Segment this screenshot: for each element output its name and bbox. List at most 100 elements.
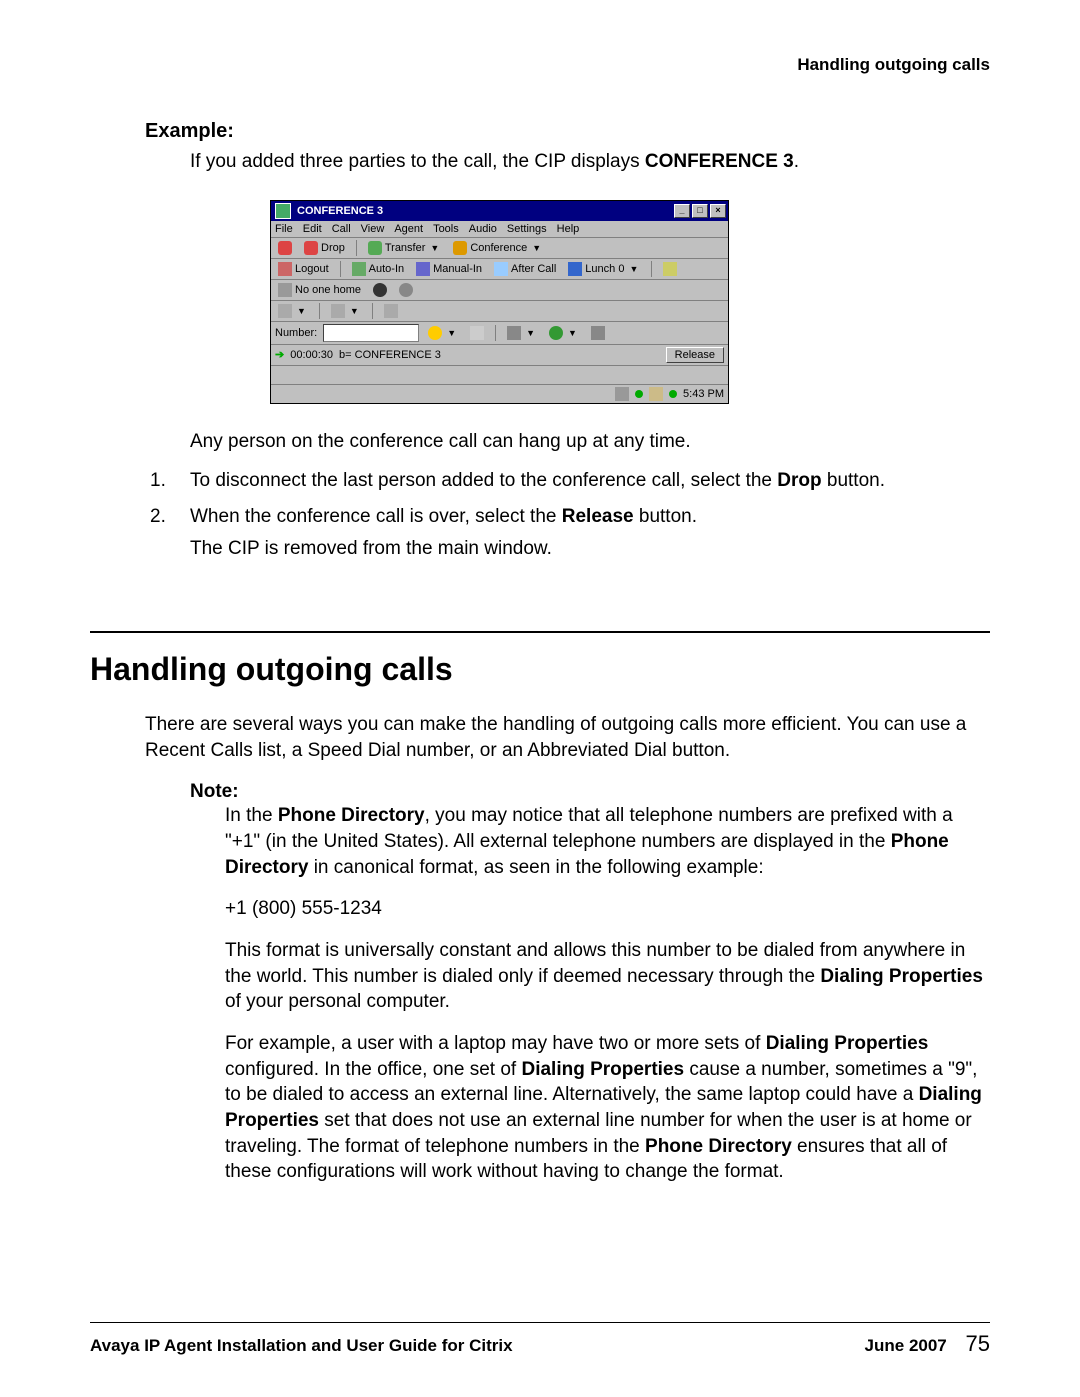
chevron-down-icon: ▼ [530, 243, 543, 253]
transfer-button[interactable]: Transfer▼ [365, 240, 444, 256]
label: Transfer [385, 242, 426, 254]
chevron-down-icon: ▼ [445, 328, 458, 338]
step-1: 1. To disconnect the last person added t… [150, 468, 990, 494]
cip-toolbar-2: Logout Auto-In Manual-In After Call Lunc… [271, 259, 728, 280]
play-button[interactable] [370, 282, 390, 298]
lunch-button[interactable]: Lunch 0▼ [565, 261, 643, 277]
record-icon [399, 283, 413, 297]
note-p3: For example, a user with a laptop may ha… [225, 1031, 990, 1185]
minimize-button[interactable]: _ [674, 204, 690, 218]
text: To disconnect the last person added to t… [190, 470, 777, 491]
text: . [794, 151, 799, 172]
text-bold: Release [562, 506, 634, 527]
status-agent-icon [615, 387, 629, 401]
history-button[interactable]: ▼ [546, 325, 582, 341]
text-bold: CONFERENCE 3 [645, 151, 794, 172]
note-p2: This format is universally constant and … [225, 938, 990, 1015]
cip-call-row: ➔ 00:00:30 b= CONFERENCE 3 Release [271, 345, 728, 366]
menu-agent[interactable]: Agent [394, 223, 423, 235]
text: If you added three parties to the call, … [190, 151, 645, 172]
play-icon [373, 283, 387, 297]
autoin-icon [352, 262, 366, 276]
volume-icon [331, 304, 345, 318]
menu-call[interactable]: Call [332, 223, 351, 235]
conference-button[interactable]: Conference▼ [450, 240, 546, 256]
menu-edit[interactable]: Edit [303, 223, 322, 235]
number-input[interactable] [323, 324, 419, 342]
chevron-down-icon: ▼ [348, 306, 361, 316]
noonehome-button[interactable]: No one home [275, 282, 364, 298]
phone-hold-icon [278, 241, 292, 255]
section-divider [90, 631, 990, 633]
text: button. [634, 506, 697, 527]
footer-page-number: 75 [966, 1331, 990, 1356]
keypad-button[interactable] [467, 325, 487, 341]
record-button[interactable] [396, 282, 416, 298]
manualin-icon [416, 262, 430, 276]
text-bold: Dialing Properties [820, 966, 983, 987]
menu-view[interactable]: View [361, 223, 385, 235]
separator [651, 261, 652, 277]
headset-button[interactable] [381, 303, 401, 319]
label: Drop [321, 242, 345, 254]
drop-button[interactable]: Drop [301, 240, 348, 256]
menu-settings[interactable]: Settings [507, 223, 547, 235]
phone-drop-icon [304, 241, 318, 255]
call-timer: 00:00:30 [290, 349, 333, 361]
cip-toolbar-3: No one home [271, 280, 728, 301]
text-bold: Phone Directory [645, 1136, 792, 1157]
footer-doc-title: Avaya IP Agent Installation and User Gui… [90, 1336, 513, 1356]
status-time: 5:43 PM [683, 388, 724, 400]
directory-button[interactable]: ▼ [504, 325, 540, 341]
menu-tools[interactable]: Tools [433, 223, 459, 235]
manualin-button[interactable]: Manual-In [413, 261, 485, 277]
text: configured. In the office, one set of [225, 1059, 521, 1080]
release-button[interactable]: Release [666, 347, 724, 363]
separator [340, 261, 341, 277]
cip-screenshot: CONFERENCE 3 _ □ × File Edit Call View A… [270, 200, 990, 404]
maximize-button[interactable]: □ [692, 204, 708, 218]
example-label: Example: [145, 120, 990, 143]
text-bold: Dialing Properties [521, 1059, 684, 1080]
aftercall-icon [494, 262, 508, 276]
example-intro: If you added three parties to the call, … [190, 149, 990, 175]
text: button. [822, 470, 885, 491]
keypad-icon [470, 326, 484, 340]
text-bold: Phone Directory [278, 805, 425, 826]
lunch-icon [568, 262, 582, 276]
cip-menubar: File Edit Call View Agent Tools Audio Se… [271, 221, 728, 238]
text: of your personal computer. [225, 991, 450, 1012]
separator [495, 325, 496, 341]
aux-icon [663, 262, 677, 276]
text: The CIP is removed from the main window. [190, 538, 552, 559]
hold-button[interactable] [275, 240, 295, 256]
separator [319, 303, 320, 319]
speeddial-button[interactable] [588, 325, 608, 341]
call-label: b= CONFERENCE 3 [339, 349, 441, 361]
note-label: Note: [190, 781, 990, 803]
aux-button[interactable] [660, 261, 680, 277]
post-screenshot-text: Any person on the conference call can ha… [190, 429, 990, 455]
menu-audio[interactable]: Audio [469, 223, 497, 235]
dial-button[interactable]: ▼ [425, 325, 461, 341]
aftercall-button[interactable]: After Call [491, 261, 559, 277]
mute-button[interactable]: ▼ [275, 303, 311, 319]
mute-icon [278, 304, 292, 318]
note-p1: In the Phone Directory, you may notice t… [225, 803, 990, 880]
volume-button[interactable]: ▼ [328, 303, 364, 319]
list-number: 1. [150, 468, 190, 494]
menu-help[interactable]: Help [557, 223, 580, 235]
app-icon [275, 203, 291, 219]
status-dot-green2 [669, 390, 677, 398]
autoin-button[interactable]: Auto-In [349, 261, 407, 277]
note-phone: +1 (800) 555-1234 [225, 896, 990, 922]
close-button[interactable]: × [710, 204, 726, 218]
menu-file[interactable]: File [275, 223, 293, 235]
number-label: Number: [275, 327, 317, 339]
house-icon [278, 283, 292, 297]
footer-date: June 2007 [865, 1336, 947, 1355]
logout-button[interactable]: Logout [275, 261, 332, 277]
cip-toolbar-1: Drop Transfer▼ Conference▼ [271, 238, 728, 259]
label: Auto-In [369, 263, 404, 275]
section-intro: There are several ways you can make the … [145, 712, 990, 763]
